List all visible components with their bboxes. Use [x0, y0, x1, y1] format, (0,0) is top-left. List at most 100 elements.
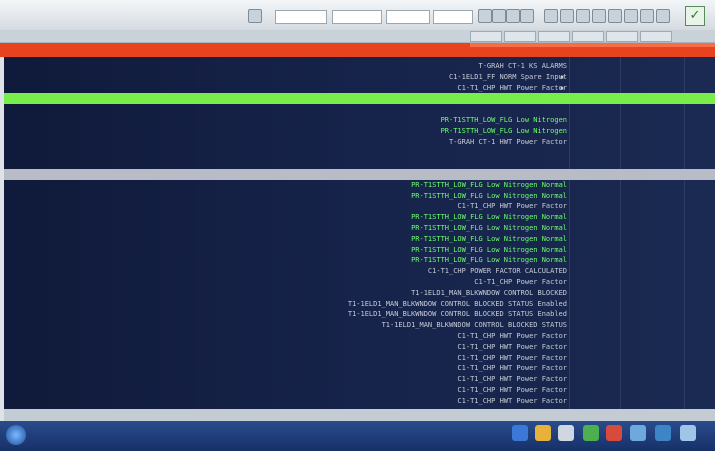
taskbar-app-icon[interactable]	[630, 425, 646, 441]
event-description: C1-T1_CHP HWT Power Factor	[457, 342, 567, 351]
event-row[interactable]: PR-T1STTH_LOW_FLG Low Nitrogen Normal	[4, 212, 715, 223]
event-row[interactable]: C1-T1_CHP HWT Power Factor	[4, 385, 715, 396]
toolbar-icon[interactable]	[506, 9, 520, 23]
taskbar-app-icon[interactable]	[606, 425, 622, 441]
toolbar-icon[interactable]	[576, 9, 590, 23]
event-description: PR-T1STTH_LOW_FLG Low Nitrogen Normal	[411, 224, 567, 232]
event-description: C1-1ELD1_FF NORM Spare Input	[448, 72, 567, 81]
monitor-screen: ✓ T-GRAH CT-1 KS ALARMS C1-1ELD1_FF NORM …	[0, 0, 715, 451]
event-row[interactable]: T1-1ELD1_MAN_BLKWNDOW CONTROL BLOCKED ST…	[4, 299, 715, 310]
event-row[interactable]	[4, 147, 715, 158]
event-row[interactable]: C1-T1_CHP HWT Power Factor	[4, 342, 715, 353]
event-description: C1-T1_CHP HWT Power Factor	[457, 332, 567, 340]
event-row[interactable]: T-GRAH CT-1 HWT Power Factor	[4, 137, 715, 148]
toolbar-icon[interactable]	[624, 9, 638, 23]
taskbar-app-icon[interactable]	[558, 425, 574, 441]
toolbar-icon[interactable]	[544, 9, 558, 23]
event-row[interactable]: T-GRAH CT-1 KS ALARMS	[4, 61, 715, 72]
event-row[interactable]: T1-1ELD1_MAN_BLKWNDOW CONTROL BLOCKED ST…	[4, 309, 715, 320]
event-row[interactable]	[4, 104, 715, 115]
event-row[interactable]: C1-T1_CHP HWT Power Factor	[4, 201, 715, 212]
taskbar-app-icon[interactable]	[655, 425, 671, 441]
event-flag: ▪	[559, 83, 565, 92]
toolbar-icon[interactable]	[478, 9, 492, 23]
event-description: T-GRAH CT-1 KS ALARMS	[478, 62, 567, 70]
event-description: PR-T1STTH_LOW_FLG Low Nitrogen Normal	[411, 191, 567, 200]
toolbar: ✓	[0, 0, 715, 31]
event-row[interactable]: C1-T1_CHP HWT Power Factor	[4, 331, 715, 342]
event-row[interactable]: PR-T1STTH_LOW_FLG Low Nitrogen Normal	[4, 255, 715, 266]
event-row[interactable]: C1-1ELD1_FF NORM Spare Input ▪	[4, 72, 715, 83]
event-row[interactable]: C1-T1_CHP HWT Power Factor	[4, 374, 715, 385]
event-row[interactable]: C1-T1_CHP HWT Power Factor	[4, 353, 715, 364]
event-row[interactable]: PR-T1STTH_LOW_FLG Low Nitrogen Normal	[4, 234, 715, 245]
event-description: T-GRAH CT-1 HWT Power Factor	[448, 137, 567, 146]
alarm-bar-highlight	[470, 43, 715, 47]
column-header[interactable]	[572, 31, 604, 42]
column-header[interactable]	[606, 31, 638, 42]
taskbar-app-icon[interactable]	[535, 425, 551, 441]
event-row[interactable]: PR-T1STTH_LOW_FLG Low Nitrogen Normal	[4, 180, 715, 191]
event-row[interactable]: C1-T1_CHP Power Factor	[4, 277, 715, 288]
event-row[interactable]: C1-T1_CHP HWT Power Factor ▪	[4, 83, 715, 94]
event-row[interactable]: C1-T1_CHP HWT Power Factor	[4, 396, 715, 407]
toolbar-icon[interactable]	[492, 9, 506, 23]
event-description: C1-T1_CHP HWT Power Factor	[457, 353, 567, 362]
event-description: PR-T1STTH_LOW_FLG Low Nitrogen	[440, 126, 567, 135]
event-description: PR-T1STTH_LOW_FLG Low Nitrogen Normal	[411, 213, 567, 222]
event-row[interactable]	[4, 93, 715, 105]
toolbar-icon[interactable]	[656, 9, 670, 23]
event-row[interactable]: C1-T1_CHP POWER FACTOR CALCULATED	[4, 266, 715, 277]
event-description: PR-T1STTH_LOW_FLG Low Nitrogen	[440, 116, 567, 124]
event-description: C1-T1_CHP HWT Power Factor	[457, 202, 567, 211]
event-description: C1-T1_CHP POWER FACTOR CALCULATED	[427, 267, 567, 276]
event-row[interactable]: C1-T1_CHP HWT Power Factor	[4, 363, 715, 374]
start-button[interactable]	[6, 425, 26, 445]
toolbar-icon[interactable]	[248, 9, 262, 23]
event-description: C1-T1_CHP HWT Power Factor	[457, 396, 567, 405]
event-description: T1-1ELD1_MAN_BLKWNDOW CONTROL BLOCKED	[411, 288, 567, 297]
event-list[interactable]: T-GRAH CT-1 KS ALARMS C1-1ELD1_FF NORM Sp…	[4, 57, 715, 409]
event-description: PR-T1STTH_LOW_FLG Low Nitrogen Normal	[411, 245, 567, 254]
column-header[interactable]	[538, 31, 570, 42]
toolbar-icon[interactable]	[520, 9, 534, 23]
toolbar-filter-field[interactable]	[433, 10, 473, 24]
event-description: PR-T1STTH_LOW_FLG Low Nitrogen Normal	[411, 234, 567, 243]
event-description: PR-T1STTH_LOW_FLG Low Nitrogen Normal	[411, 256, 567, 265]
event-row[interactable]: PR-T1STTH_LOW_FLG Low Nitrogen Normal	[4, 245, 715, 256]
event-description: C1-T1_CHP HWT Power Factor	[457, 364, 567, 373]
taskbar-app-icon[interactable]	[583, 425, 599, 441]
toolbar-filter-field[interactable]	[332, 10, 382, 24]
event-description: C1-T1_CHP Power Factor	[474, 278, 567, 286]
event-row[interactable]: PR-T1STTH_LOW_FLG Low Nitrogen Normal	[4, 223, 715, 234]
event-description: C1-T1_CHP HWT Power Factor	[457, 375, 567, 384]
column-header[interactable]	[470, 31, 502, 42]
acknowledge-button[interactable]: ✓	[685, 6, 705, 26]
event-flag: ▪	[559, 72, 565, 81]
event-row[interactable]: PR-T1STTH_LOW_FLG Low Nitrogen	[4, 115, 715, 126]
event-description: T1-1ELD1_MAN_BLKWNDOW CONTROL BLOCKED ST…	[347, 310, 567, 319]
event-description: T1-1ELD1_MAN_BLKWNDOW CONTROL BLOCKED ST…	[381, 321, 567, 330]
toolbar-filter-field[interactable]	[275, 10, 327, 24]
column-header-strip	[0, 30, 715, 43]
toolbar-filter-field[interactable]	[386, 10, 430, 24]
event-description: C1-T1_CHP HWT Power Factor	[457, 386, 567, 394]
taskbar	[0, 421, 715, 451]
event-row[interactable]	[4, 158, 715, 169]
event-row[interactable]	[4, 169, 715, 180]
column-header[interactable]	[504, 31, 536, 42]
event-row[interactable]: T1-1ELD1_MAN_BLKWNDOW CONTROL BLOCKED	[4, 288, 715, 299]
toolbar-icon[interactable]	[640, 9, 654, 23]
column-header[interactable]	[640, 31, 672, 42]
event-row[interactable]: PR-T1STTH_LOW_FLG Low Nitrogen Normal	[4, 191, 715, 202]
event-description: C1-T1_CHP HWT Power Factor	[457, 83, 567, 92]
event-row[interactable]: PR-T1STTH_LOW_FLG Low Nitrogen	[4, 126, 715, 137]
toolbar-icon[interactable]	[608, 9, 622, 23]
toolbar-icon[interactable]	[592, 9, 606, 23]
taskbar-app-icon[interactable]	[680, 425, 696, 441]
event-description: T1-1ELD1_MAN_BLKWNDOW CONTROL BLOCKED ST…	[347, 299, 567, 308]
status-footer	[4, 409, 715, 421]
toolbar-icon[interactable]	[560, 9, 574, 23]
event-row[interactable]: T1-1ELD1_MAN_BLKWNDOW CONTROL BLOCKED ST…	[4, 320, 715, 331]
taskbar-app-icon[interactable]	[512, 425, 528, 441]
